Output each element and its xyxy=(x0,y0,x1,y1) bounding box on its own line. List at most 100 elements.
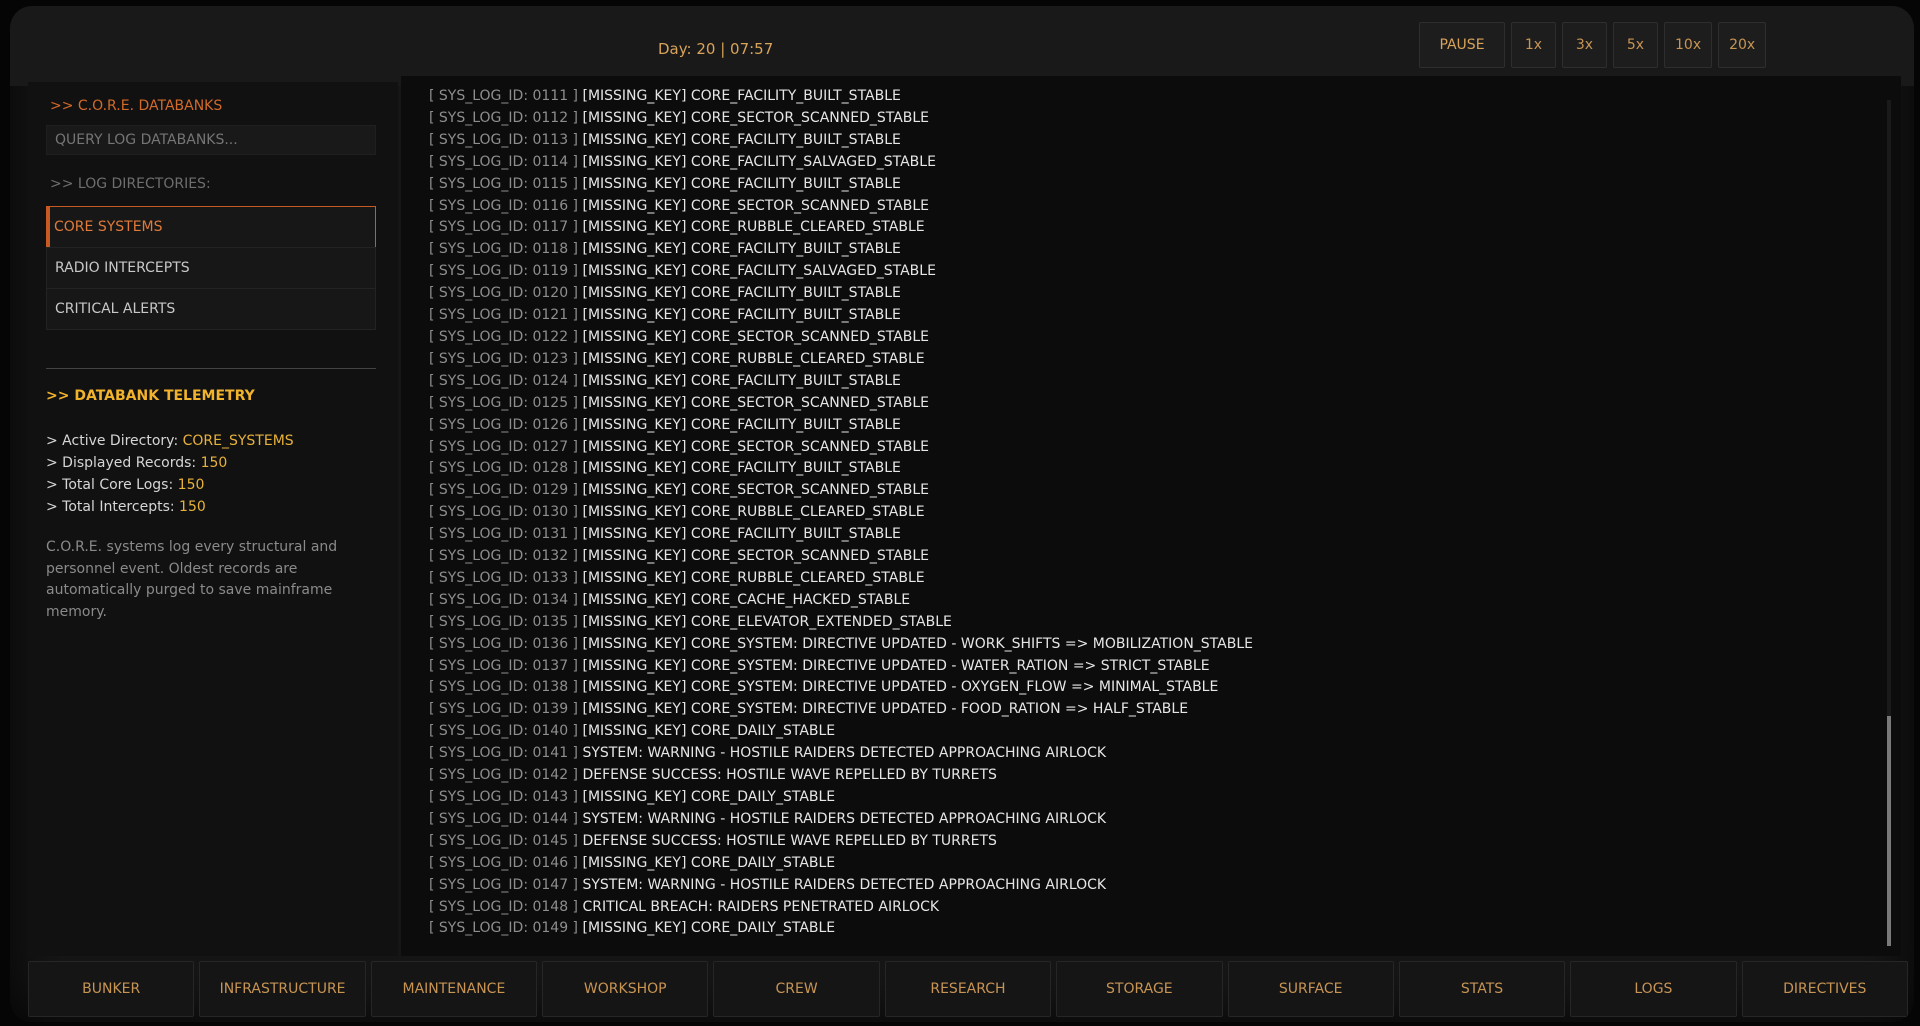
log-message: [MISSING_KEY] CORE_FACILITY_BUILT_STABLE xyxy=(582,88,901,104)
log-message: [MISSING_KEY] CORE_FACILITY_BUILT_STABLE xyxy=(582,285,901,302)
pause-button[interactable]: PAUSE xyxy=(1419,22,1505,68)
nav-crew-button[interactable]: CREW xyxy=(713,961,880,1017)
log-entry: [ SYS_LOG_ID: 0126 ] [MISSING_KEY] CORE_… xyxy=(429,415,1253,437)
nav-directives-button[interactable]: DIRECTIVES xyxy=(1741,961,1908,1017)
log-message: [MISSING_KEY] CORE_SYSTEM: DIRECTIVE UPD… xyxy=(582,701,1189,718)
log-id: [ SYS_LOG_ID: 0134 ] xyxy=(429,591,579,608)
log-message: [MISSING_KEY] CORE_SYSTEM: DIRECTIVE UPD… xyxy=(582,635,1253,652)
log-entry: [ SYS_LOG_ID: 0114 ] [MISSING_KEY] CORE_… xyxy=(429,152,1253,174)
log-message: DEFENSE SUCCESS: HOSTILE WAVE REPELLED B… xyxy=(582,767,997,784)
log-message: [MISSING_KEY] CORE_DAILY_STABLE xyxy=(582,854,836,871)
speed-5x-button[interactable]: 5x xyxy=(1613,22,1658,68)
log-id: [ SYS_LOG_ID: 0130 ] xyxy=(429,504,579,521)
log-entry: [ SYS_LOG_ID: 0123 ] [MISSING_KEY] CORE_… xyxy=(429,349,1253,371)
log-message: [MISSING_KEY] CORE_SYSTEM: DIRECTIVE UPD… xyxy=(582,679,1219,696)
top-bar: Day: 20 | 07:57 PAUSE 1x 3x 5x 10x 20x xyxy=(10,6,1914,86)
log-id: [ SYS_LOG_ID: 0118 ] xyxy=(429,241,579,258)
log-entry: [ SYS_LOG_ID: 0137 ] [MISSING_KEY] CORE_… xyxy=(429,656,1253,678)
log-entry: [ SYS_LOG_ID: 0117 ] [MISSING_KEY] CORE_… xyxy=(429,217,1253,239)
log-entry: [ SYS_LOG_ID: 0141 ] SYSTEM: WARNING - H… xyxy=(429,743,1253,765)
log-entry: [ SYS_LOG_ID: 0111 ] [MISSING_KEY] CORE_… xyxy=(429,86,1253,108)
nav-logs-button[interactable]: LOGS xyxy=(1570,961,1737,1017)
speed-1x-button[interactable]: 1x xyxy=(1511,22,1556,68)
log-message: [MISSING_KEY] CORE_FACILITY_BUILT_STABLE xyxy=(582,131,901,148)
log-message: CRITICAL BREACH: RAIDERS PENETRATED AIRL… xyxy=(582,898,940,915)
log-entry: [ SYS_LOG_ID: 0132 ] [MISSING_KEY] CORE_… xyxy=(429,546,1253,568)
log-message: [MISSING_KEY] CORE_FACILITY_BUILT_STABLE xyxy=(582,175,901,192)
sidebar-divider xyxy=(46,368,376,369)
log-id: [ SYS_LOG_ID: 0121 ] xyxy=(429,307,579,324)
log-list: [ SYS_LOG_ID: 0111 ] [MISSING_KEY] CORE_… xyxy=(429,86,1253,940)
nav-infrastructure-button[interactable]: INFRASTRUCTURE xyxy=(199,961,366,1017)
log-id: [ SYS_LOG_ID: 0140 ] xyxy=(429,723,579,740)
bottom-nav: BUNKER INFRASTRUCTURE MAINTENANCE WORKSHOP C… xyxy=(28,961,1908,1017)
log-scrollbar[interactable] xyxy=(1887,100,1891,946)
log-message: [MISSING_KEY] CORE_RUBBLE_CLEARED_STABLE xyxy=(582,569,925,586)
nav-maintenance-button[interactable]: MAINTENANCE xyxy=(370,961,538,1017)
log-entry: [ SYS_LOG_ID: 0135 ] [MISSING_KEY] CORE_… xyxy=(429,612,1253,634)
dir-core-systems[interactable]: CORE SYSTEMS xyxy=(46,206,376,248)
log-entry: [ SYS_LOG_ID: 0146 ] [MISSING_KEY] CORE_… xyxy=(429,853,1253,875)
nav-research-button[interactable]: RESEARCH xyxy=(884,961,1052,1017)
log-message: [MISSING_KEY] CORE_FACILITY_SALVAGED_STA… xyxy=(582,263,936,280)
log-message: [MISSING_KEY] CORE_SECTOR_SCANNED_STABLE xyxy=(582,109,930,126)
log-entry: [ SYS_LOG_ID: 0140 ] [MISSING_KEY] CORE_… xyxy=(429,721,1253,743)
log-entry: [ SYS_LOG_ID: 0143 ] [MISSING_KEY] CORE_… xyxy=(429,787,1253,809)
speed-10x-button[interactable]: 10x xyxy=(1664,22,1713,68)
log-entry: [ SYS_LOG_ID: 0118 ] [MISSING_KEY] CORE_… xyxy=(429,239,1253,261)
log-id: [ SYS_LOG_ID: 0143 ] xyxy=(429,789,579,805)
nav-storage-button[interactable]: STORAGE xyxy=(1056,961,1223,1017)
log-entry: [ SYS_LOG_ID: 0139 ] [MISSING_KEY] CORE_… xyxy=(429,699,1253,721)
nav-workshop-button[interactable]: WORKSHOP xyxy=(542,961,709,1017)
telemetry-title: >> DATABANK TELEMETRY xyxy=(46,388,255,404)
nav-bunker-button[interactable]: BUNKER xyxy=(28,961,195,1017)
databanks-title: >> C.O.R.E. DATABANKS xyxy=(50,98,223,114)
log-entry: [ SYS_LOG_ID: 0131 ] [MISSING_KEY] CORE_… xyxy=(429,524,1253,546)
dir-critical-alerts[interactable]: CRITICAL ALERTS xyxy=(46,288,376,330)
log-message: [MISSING_KEY] CORE_RUBBLE_CLEARED_STABLE xyxy=(582,504,925,521)
day-clock: Day: 20 | 07:57 xyxy=(658,40,774,58)
log-message: [MISSING_KEY] CORE_FACILITY_BUILT_STABLE xyxy=(582,307,901,324)
log-id: [ SYS_LOG_ID: 0124 ] xyxy=(429,372,579,389)
telemetry-displayed-records: > Displayed Records: 150 xyxy=(46,455,228,471)
log-id: [ SYS_LOG_ID: 0132 ] xyxy=(429,548,579,565)
telemetry-total-core-logs: > Total Core Logs: 150 xyxy=(46,477,205,493)
log-id: [ SYS_LOG_ID: 0138 ] xyxy=(429,679,579,696)
log-message: [MISSING_KEY] CORE_SECTOR_SCANNED_STABLE xyxy=(582,328,930,345)
log-id: [ SYS_LOG_ID: 0113 ] xyxy=(429,131,579,148)
log-id: [ SYS_LOG_ID: 0125 ] xyxy=(429,394,579,411)
log-message: SYSTEM: WARNING - HOSTILE RAIDERS DETECT… xyxy=(582,876,1107,893)
speed-20x-button[interactable]: 20x xyxy=(1718,22,1767,68)
speed-3x-button[interactable]: 3x xyxy=(1562,22,1607,68)
databank-description: C.O.R.E. systems log every structural an… xyxy=(46,539,338,620)
query-logs-input[interactable] xyxy=(46,125,376,155)
log-entry: [ SYS_LOG_ID: 0115 ] [MISSING_KEY] CORE_… xyxy=(429,174,1253,196)
log-id: [ SYS_LOG_ID: 0145 ] xyxy=(429,832,579,849)
log-message: [MISSING_KEY] CORE_SYSTEM: DIRECTIVE UPD… xyxy=(582,657,1210,674)
log-entry: [ SYS_LOG_ID: 0130 ] [MISSING_KEY] CORE_… xyxy=(429,502,1253,524)
log-id: [ SYS_LOG_ID: 0139 ] xyxy=(429,701,579,718)
dir-radio-intercepts[interactable]: RADIO INTERCEPTS xyxy=(46,247,376,289)
speed-controls: PAUSE 1x 3x 5x 10x 20x xyxy=(1419,22,1767,68)
nav-stats-button[interactable]: STATS xyxy=(1398,961,1566,1017)
log-entry: [ SYS_LOG_ID: 0127 ] [MISSING_KEY] CORE_… xyxy=(429,437,1253,459)
log-message: [MISSING_KEY] CORE_FACILITY_BUILT_STABLE xyxy=(582,372,901,389)
game-screen: Day: 20 | 07:57 PAUSE 1x 3x 5x 10x 20x >… xyxy=(10,6,1914,1022)
log-message: [MISSING_KEY] CORE_DAILY_STABLE xyxy=(582,789,836,805)
log-id: [ SYS_LOG_ID: 0144 ] xyxy=(429,810,579,827)
log-message: [MISSING_KEY] CORE_DAILY_STABLE xyxy=(582,723,836,740)
log-entry: [ SYS_LOG_ID: 0144 ] SYSTEM: WARNING - H… xyxy=(429,809,1253,831)
log-id: [ SYS_LOG_ID: 0149 ] xyxy=(429,920,579,937)
log-message: [MISSING_KEY] CORE_ELEVATOR_EXTENDED_STA… xyxy=(582,613,952,630)
log-id: [ SYS_LOG_ID: 0142 ] xyxy=(429,767,579,784)
log-message: SYSTEM: WARNING - HOSTILE RAIDERS DETECT… xyxy=(582,810,1107,827)
log-message: [MISSING_KEY] CORE_FACILITY_BUILT_STABLE xyxy=(582,460,901,477)
log-message: [MISSING_KEY] CORE_FACILITY_SALVAGED_STA… xyxy=(582,153,936,170)
log-entry: [ SYS_LOG_ID: 0134 ] [MISSING_KEY] CORE_… xyxy=(429,590,1253,612)
log-id: [ SYS_LOG_ID: 0120 ] xyxy=(429,285,579,302)
log-entry: [ SYS_LOG_ID: 0121 ] [MISSING_KEY] CORE_… xyxy=(429,305,1253,327)
log-scroll-thumb[interactable] xyxy=(1887,716,1891,946)
log-entry: [ SYS_LOG_ID: 0129 ] [MISSING_KEY] CORE_… xyxy=(429,480,1253,502)
telemetry-total-intercepts: > Total Intercepts: 150 xyxy=(46,499,206,515)
nav-surface-button[interactable]: SURFACE xyxy=(1227,961,1394,1017)
